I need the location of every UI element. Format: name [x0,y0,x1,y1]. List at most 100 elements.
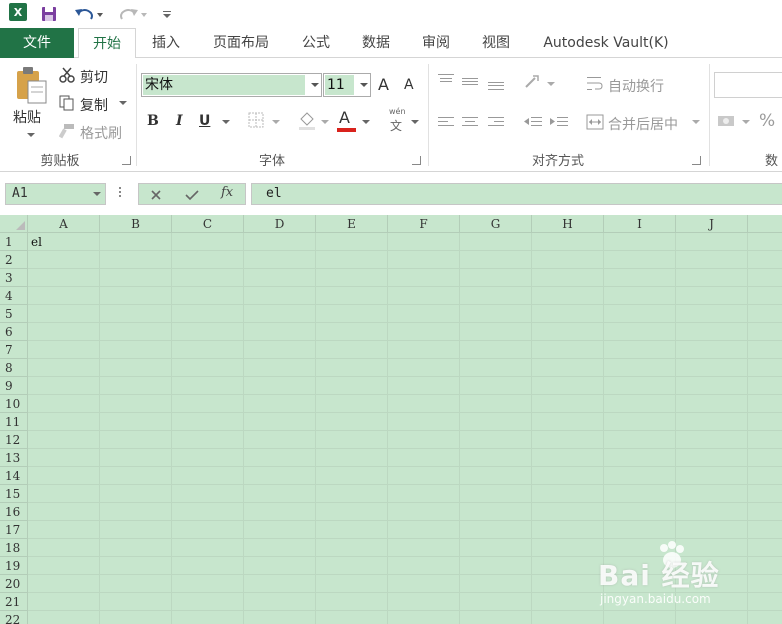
font-size-select[interactable]: 11 [323,73,371,97]
row-header[interactable]: 11 [0,413,28,431]
row-header[interactable]: 16 [0,503,28,521]
tab-review[interactable]: 审阅 [410,28,462,58]
fill-color-icon[interactable] [296,108,318,132]
wrap-text-label[interactable]: 自动换行 [608,76,664,96]
column-header[interactable]: H [532,215,604,233]
align-left-icon[interactable] [436,114,456,130]
copy-icon[interactable] [58,94,76,112]
column-header[interactable]: A [28,215,100,233]
undo-icon[interactable] [70,3,106,25]
percent-button[interactable]: % [759,111,775,131]
row-header[interactable]: 20 [0,575,28,593]
redo-icon[interactable] [114,3,150,25]
currency-icon[interactable] [716,112,738,132]
merge-center-icon[interactable] [585,112,605,132]
decrease-indent-icon[interactable] [522,114,544,130]
row-header[interactable]: 1 [0,233,28,251]
row-header[interactable]: 3 [0,269,28,287]
clipboard-launcher[interactable] [122,156,131,165]
increase-indent-icon[interactable] [548,114,570,130]
row-header[interactable]: 10 [0,395,28,413]
row-header[interactable]: 22 [0,611,28,624]
align-right-icon[interactable] [486,114,506,130]
paste-icon[interactable] [12,64,52,108]
underline-button[interactable]: U [199,113,210,129]
tab-data[interactable]: 数据 [350,28,402,58]
font-color-dropdown[interactable] [362,120,370,124]
row-header[interactable]: 13 [0,449,28,467]
close-icon[interactable] [147,186,165,204]
italic-button[interactable]: I [176,113,183,129]
merge-center-dropdown[interactable] [692,120,700,124]
formula-input[interactable]: el [251,183,782,205]
wrap-text-icon[interactable] [585,74,605,94]
phonetic-dropdown[interactable] [411,120,419,124]
font-launcher[interactable] [412,156,421,165]
row-header[interactable]: 2 [0,251,28,269]
underline-dropdown[interactable] [222,120,230,124]
tab-autodesk-vault[interactable]: Autodesk Vault(K) [530,28,682,58]
tab-formulas[interactable]: 公式 [290,28,342,58]
insert-function-button[interactable]: fx [221,185,233,200]
copy-dropdown[interactable] [119,101,127,105]
drag-handle[interactable] [119,186,122,200]
shrink-font-button[interactable]: A [404,77,414,93]
grow-font-button[interactable]: A [378,75,389,94]
align-top-icon[interactable] [436,72,456,88]
scissors-icon[interactable] [58,66,76,84]
column-header[interactable]: B [100,215,172,233]
tab-home[interactable]: 开始 [78,28,136,59]
font-color-button[interactable]: A [339,108,350,127]
tab-file[interactable]: 文件 [0,28,74,58]
currency-dropdown[interactable] [742,120,750,124]
tab-view[interactable]: 视图 [470,28,522,58]
row-header[interactable]: 4 [0,287,28,305]
phonetic-button[interactable]: 文 [390,117,402,134]
row-header[interactable]: 15 [0,485,28,503]
check-icon[interactable] [183,186,201,204]
column-header[interactable]: C [172,215,244,233]
orientation-dropdown[interactable] [547,82,555,86]
row-header[interactable]: 18 [0,539,28,557]
cut-label[interactable]: 剪切 [80,67,108,87]
cell-a1[interactable]: el [29,234,100,251]
row-header[interactable]: 8 [0,359,28,377]
select-all-button[interactable] [0,215,28,233]
chevron-down-icon[interactable] [160,3,174,25]
column-header[interactable]: F [388,215,460,233]
row-header[interactable]: 17 [0,521,28,539]
column-header[interactable]: D [244,215,316,233]
copy-label[interactable]: 复制 [80,95,108,115]
paste-label[interactable]: 粘贴 [13,107,41,127]
alignment-launcher[interactable] [692,156,701,165]
column-header[interactable]: G [460,215,532,233]
paste-dropdown[interactable] [27,133,35,137]
align-center-icon[interactable] [460,114,480,130]
format-painter-label[interactable]: 格式刷 [80,123,122,143]
border-dropdown[interactable] [272,120,280,124]
save-icon[interactable] [38,3,60,25]
format-painter-icon[interactable] [58,122,76,140]
column-header-partial[interactable] [748,215,782,233]
excel-icon[interactable]: X [9,3,27,21]
column-header[interactable]: E [316,215,388,233]
name-box[interactable]: A1 [5,183,106,205]
border-icon[interactable] [246,110,266,130]
row-header[interactable]: 12 [0,431,28,449]
tab-page-layout[interactable]: 页面布局 [200,28,282,58]
row-header[interactable]: 14 [0,467,28,485]
name-box-dropdown[interactable] [93,192,101,196]
column-header[interactable]: J [676,215,748,233]
row-header[interactable]: 19 [0,557,28,575]
row-header[interactable]: 5 [0,305,28,323]
font-name-select[interactable]: 宋体 [141,73,322,97]
row-header[interactable]: 21 [0,593,28,611]
row-header[interactable]: 7 [0,341,28,359]
align-bottom-icon[interactable] [486,76,506,92]
merge-center-label[interactable]: 合并后居中 [608,114,678,134]
number-format-select[interactable] [714,72,782,98]
column-header[interactable]: I [604,215,676,233]
row-header[interactable]: 6 [0,323,28,341]
bold-button[interactable]: B [147,113,159,129]
align-middle-icon[interactable] [460,74,480,90]
